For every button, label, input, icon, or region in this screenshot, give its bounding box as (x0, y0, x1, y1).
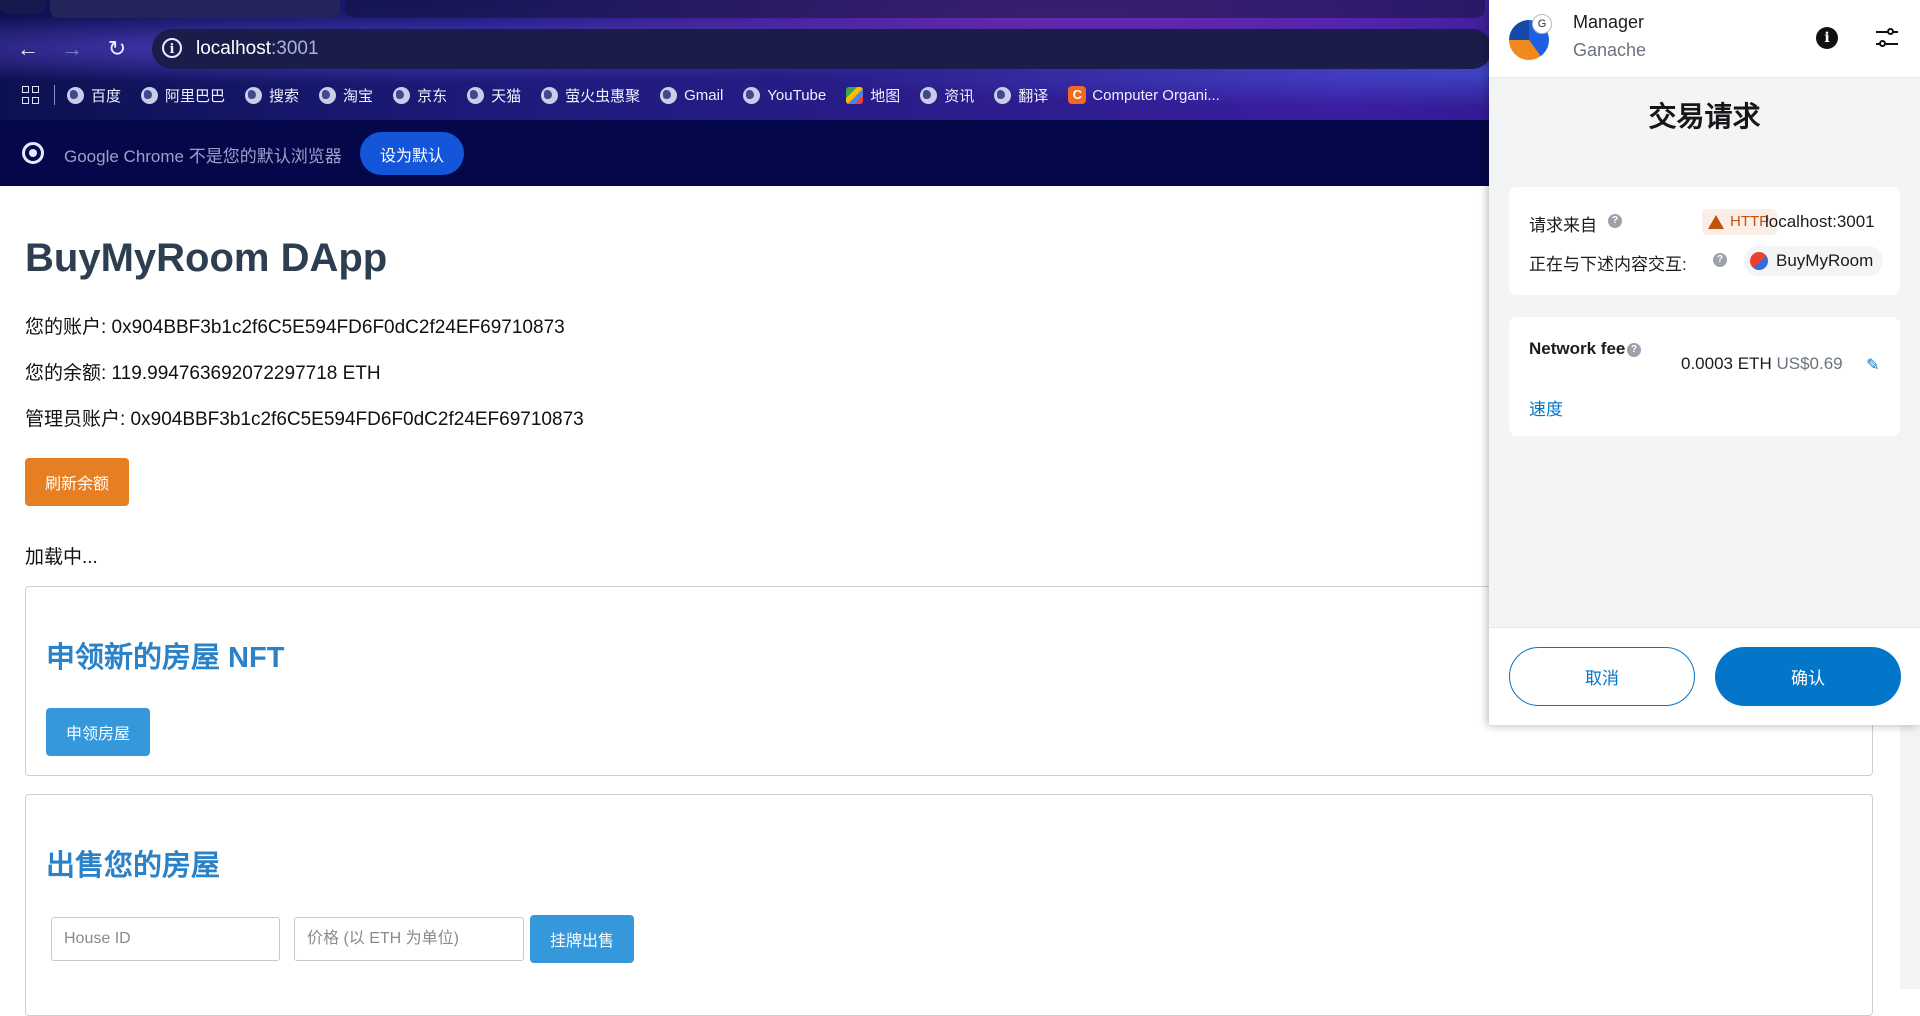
bookmark-label: 阿里巴巴 (165, 87, 226, 105)
address-bar[interactable]: i localhost:3001 (152, 29, 1492, 69)
globe-icon (994, 86, 1012, 104)
globe-icon (743, 86, 761, 104)
bookmark-label: 资讯 (944, 87, 975, 105)
bookmark-csdn[interactable]: C Computer Organi... (1068, 86, 1220, 104)
bookmark-alibaba[interactable]: 阿里巴巴 (141, 85, 225, 106)
reload-icon[interactable]: ↻ (101, 33, 133, 65)
request-from-label: 请求来自 (1529, 216, 1597, 235)
account-name: Manager (1573, 12, 1645, 32)
url-port: :3001 (271, 38, 319, 59)
globe-icon (319, 86, 337, 104)
request-origin: localhost:3001 (1765, 212, 1875, 231)
forward-arrow-icon[interactable]: → (56, 33, 88, 65)
bookmark-search[interactable]: 搜索 (245, 85, 299, 106)
chrome-logo-icon (22, 142, 44, 164)
network-badge-icon: G (1532, 14, 1552, 34)
bookmark-label: 萤火虫惠聚 (565, 87, 641, 105)
dapp-name: BuyMyRoom (1776, 251, 1874, 270)
cancel-button[interactable]: 取消 (1509, 647, 1695, 706)
maps-icon (846, 86, 864, 104)
info-icon[interactable]: i (1816, 27, 1838, 49)
confirm-button[interactable]: 确认 (1715, 647, 1901, 706)
sell-section-title: 出售您的房屋 (46, 850, 221, 882)
bookmark-label: Computer Organi... (1092, 86, 1220, 104)
list-for-sale-button[interactable]: 挂牌出售 (530, 915, 634, 963)
url-host: localhost (196, 38, 271, 59)
globe-icon (660, 86, 678, 104)
tab-active[interactable] (50, 0, 340, 18)
bookmark-label: 搜索 (269, 87, 300, 105)
dapp-avatar-icon (1750, 252, 1768, 270)
warning-icon (1708, 215, 1724, 229)
infobar-message: Google Chrome 不是您的默认浏览器 (64, 147, 342, 166)
help-icon[interactable]: ? (1713, 253, 1727, 267)
bookmark-youtube[interactable]: YouTube (743, 86, 827, 104)
refresh-balance-button[interactable]: 刷新余额 (25, 458, 129, 506)
globe-icon (920, 86, 938, 104)
admin-line: 管理员账户: 0x904BBF3b1c2f6C5E594FD6F0dC2f24E… (25, 409, 584, 430)
globe-icon (541, 86, 559, 104)
balance-line: 您的余额: 119.994763692072297718 ETH (25, 363, 381, 384)
bookmark-yinghuochong[interactable]: 萤火虫惠聚 (541, 85, 640, 106)
metamask-header: G Manager Ganache i (1489, 0, 1920, 78)
bookmark-label: 天猫 (491, 87, 522, 105)
bookmark-baidu[interactable]: 百度 (67, 85, 121, 106)
house-id-input[interactable] (51, 917, 280, 961)
help-icon[interactable]: ? (1627, 343, 1641, 357)
back-arrow-icon[interactable]: ← (12, 33, 44, 65)
bookmark-label: Gmail (684, 86, 724, 104)
edit-pencil-icon[interactable]: ✎ (1866, 355, 1882, 374)
bookmarks-bar: 百度 阿里巴巴 搜索 淘宝 京东 天猫 萤火虫惠聚 Gmail YouTube … (0, 80, 1500, 110)
settings-sliders-icon[interactable] (1874, 25, 1900, 51)
request-origin-card: 请求来自 ? HTTP localhost:3001 正在与下述内容交互: ? … (1509, 187, 1900, 295)
network-name: Ganache (1573, 40, 1647, 60)
bookmark-taobao[interactable]: 淘宝 (319, 85, 373, 106)
help-icon[interactable]: ? (1608, 214, 1622, 228)
globe-icon (467, 86, 485, 104)
interacting-with-label: 正在与下述内容交互: (1529, 255, 1687, 274)
set-default-button[interactable]: 设为默认 (360, 132, 464, 175)
globe-icon (245, 86, 263, 104)
bookmark-label: 翻译 (1018, 87, 1049, 105)
bookmark-news[interactable]: 资讯 (920, 85, 974, 106)
network-fee-label: Network fee (1529, 339, 1626, 358)
bookmark-label: 地图 (870, 87, 901, 105)
transaction-request-title: 交易请求 (1648, 101, 1761, 132)
mint-house-button[interactable]: 申领房屋 (46, 708, 150, 756)
metamask-footer: 取消 确认 (1489, 627, 1920, 725)
bookmark-translate[interactable]: 翻译 (994, 85, 1048, 106)
tab-inactive[interactable] (0, 0, 46, 14)
dapp-badge[interactable]: BuyMyRoom (1744, 246, 1884, 276)
tab-new-area[interactable] (345, 0, 1485, 18)
account-line: 您的账户: 0x904BBF3b1c2f6C5E594FD6F0dC2f24EF… (25, 317, 565, 338)
metamask-popup: G Manager Ganache i 交易请求 请求来自 ? HTTP loc… (1489, 0, 1920, 725)
globe-icon (393, 86, 411, 104)
price-input[interactable] (294, 917, 524, 961)
network-fee-card: Network fee ? 0.0003 ETH US$0.69 ✎ 速度 (1509, 317, 1900, 436)
fee-usd: US$0.69 (1776, 354, 1843, 373)
globe-icon (67, 86, 84, 104)
globe-icon (141, 86, 159, 104)
mint-section-title: 申领新的房屋 NFT (46, 642, 285, 674)
speed-link[interactable]: 速度 (1529, 395, 1563, 420)
page-title: BuyMyRoom DApp (25, 236, 388, 280)
bookmark-jd[interactable]: 京东 (393, 85, 447, 106)
loading-text: 加载中... (25, 547, 98, 568)
bookmark-maps[interactable]: 地图 (846, 85, 900, 106)
site-info-icon[interactable]: i (162, 38, 182, 58)
network-fee-value: 0.0003 ETH US$0.69 (1681, 354, 1843, 374)
bookmarks-divider (54, 85, 55, 105)
csdn-icon: C (1068, 86, 1087, 104)
bookmark-label: 淘宝 (343, 87, 374, 105)
fee-eth: 0.0003 ETH (1681, 354, 1772, 373)
address-url[interactable]: localhost:3001 (196, 38, 319, 60)
sell-section: 出售您的房屋 挂牌出售 (25, 794, 1873, 1016)
http-badge-label: HTTP (1730, 213, 1770, 230)
bookmark-label: 京东 (417, 87, 448, 105)
apps-grid-icon[interactable] (22, 86, 40, 104)
bookmark-label: YouTube (767, 86, 827, 104)
bookmark-tmall[interactable]: 天猫 (467, 85, 521, 106)
bookmark-label: 百度 (91, 87, 122, 105)
bookmark-gmail[interactable]: Gmail (660, 86, 724, 104)
